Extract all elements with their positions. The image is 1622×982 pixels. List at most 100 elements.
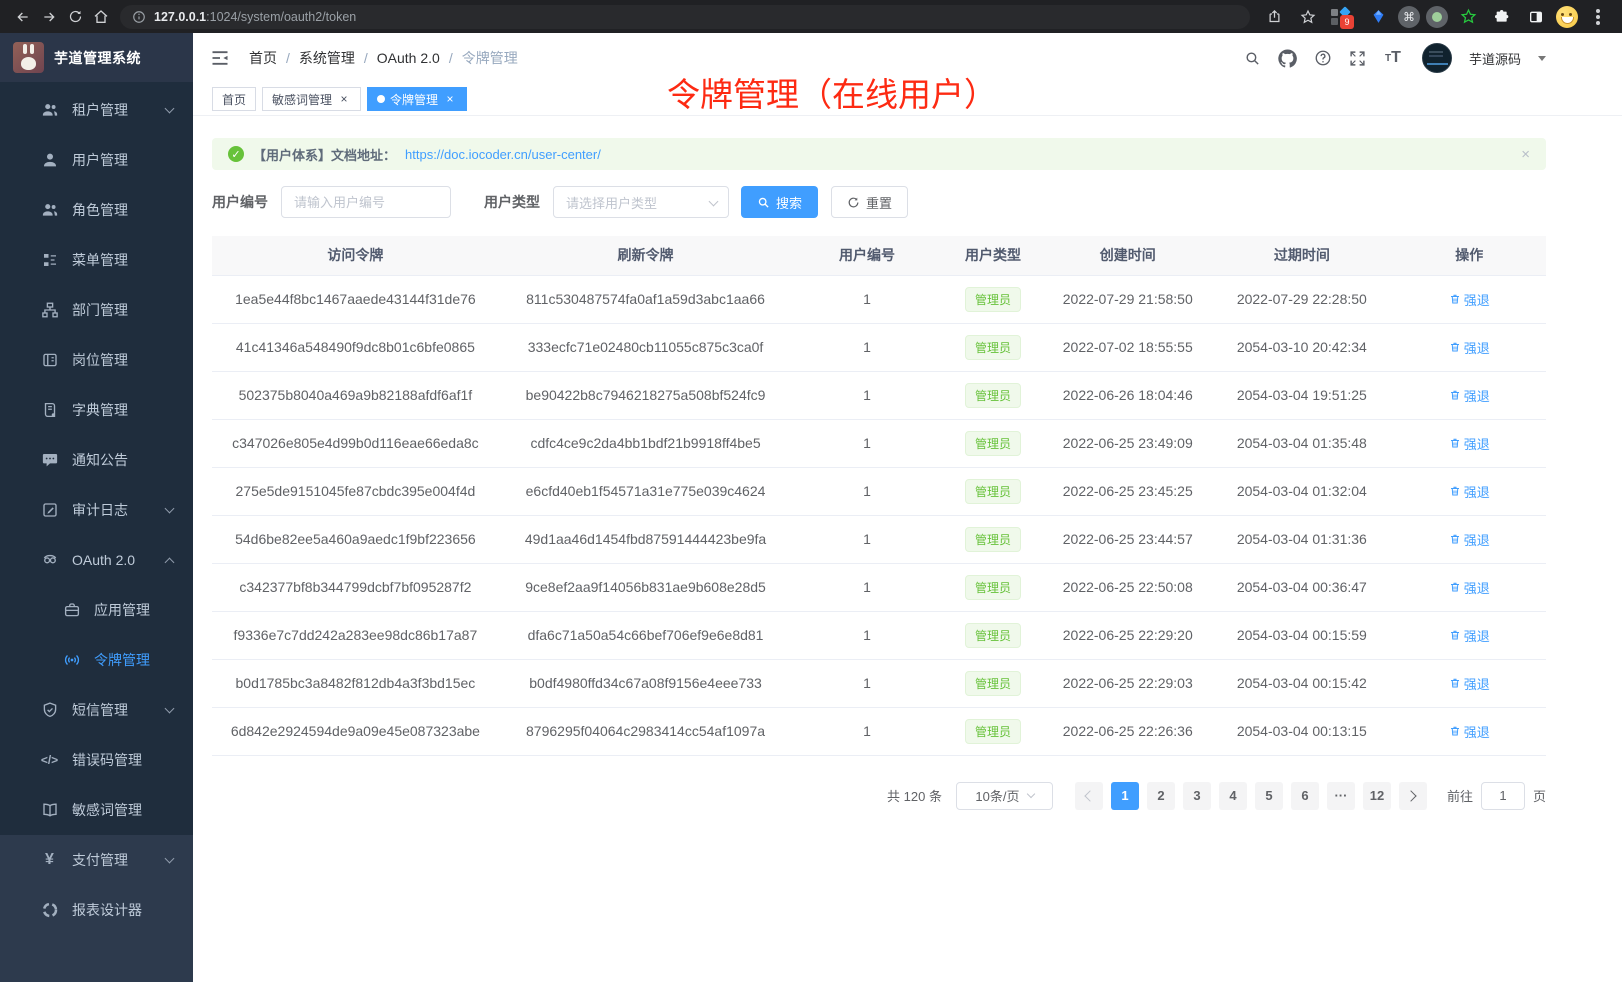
sidebar-item-dict[interactable]: 字典管理 — [0, 385, 193, 435]
page-button-4[interactable]: 4 — [1219, 782, 1247, 810]
sidebar-item-errcode[interactable]: </>错误码管理 — [0, 735, 193, 785]
tag-1[interactable]: 敏感词管理 — [262, 87, 361, 111]
search-button[interactable]: 搜索 — [741, 186, 818, 218]
sidebar-item-dept[interactable]: 部门管理 — [0, 285, 193, 335]
force-logout-button[interactable]: 强退 — [1449, 626, 1490, 645]
search-icon — [757, 196, 770, 209]
force-logout-button[interactable]: 强退 — [1449, 386, 1490, 405]
cell-action: 强退 — [1393, 419, 1546, 467]
github-icon[interactable] — [1278, 48, 1298, 68]
fullscreen-icon[interactable] — [1348, 48, 1368, 68]
browser-menu-icon[interactable] — [1584, 4, 1612, 30]
extension-cluster-icon[interactable]: 9 — [1328, 4, 1358, 30]
page-size-select[interactable]: 10条/页 — [956, 782, 1053, 810]
share-icon[interactable] — [1260, 4, 1288, 30]
bookmark-star-icon[interactable] — [1294, 4, 1322, 30]
cell-user-id: 1 — [792, 275, 941, 323]
browser-forward-icon[interactable] — [36, 4, 62, 30]
sidebar-item-user[interactable]: 用户管理 — [0, 135, 193, 185]
sidebar-item-post[interactable]: 岗位管理 — [0, 335, 193, 385]
page-button-1[interactable]: 1 — [1111, 782, 1139, 810]
page-ellipsis[interactable]: ··· — [1327, 782, 1355, 810]
alert-close-icon[interactable] — [1521, 146, 1530, 163]
breadcrumb: 首页/系统管理/OAuth 2.0/令牌管理 — [249, 48, 518, 68]
breadcrumb-item[interactable]: OAuth 2.0 — [377, 50, 440, 66]
command-extension-icon[interactable] — [1398, 6, 1420, 28]
cell-expires-at: 2054-03-04 00:15:59 — [1211, 611, 1392, 659]
sidebar-item-label: 短信管理 — [72, 700, 128, 720]
record-extension-icon[interactable] — [1426, 6, 1448, 28]
sidebar-item-label: 报表设计器 — [72, 900, 142, 920]
force-logout-button[interactable]: 强退 — [1449, 674, 1490, 693]
tag-2[interactable]: 令牌管理 — [367, 87, 467, 111]
user-menu-caret-icon[interactable] — [1538, 56, 1546, 61]
force-logout-button[interactable]: 强退 — [1449, 338, 1490, 357]
user-type-select[interactable]: 请选择用户类型 — [553, 186, 729, 218]
sidebar-item-menu[interactable]: 菜单管理 — [0, 235, 193, 285]
page-button-6[interactable]: 6 — [1291, 782, 1319, 810]
page-button-2[interactable]: 2 — [1147, 782, 1175, 810]
cell-access-token: 41c41346a548490f9dc8b01c6bfe0865 — [212, 323, 499, 371]
sidebar-item-log[interactable]: 审计日志 — [0, 485, 193, 535]
tag-close-icon[interactable] — [337, 92, 351, 106]
url-bar[interactable]: 127.0.0.1:1024/system/oauth2/token — [120, 5, 1250, 29]
green-star-extension-icon[interactable] — [1454, 4, 1482, 30]
sidebar-item-app[interactable]: 应用管理 — [0, 585, 193, 635]
tag-close-icon[interactable] — [443, 92, 457, 106]
sidebar-menu-dark: 租户管理用户管理角色管理菜单管理部门管理岗位管理字典管理通知公告审计日志OAut… — [0, 82, 193, 835]
sidebar-item-report[interactable]: 报表设计器 — [0, 885, 193, 935]
force-logout-button[interactable]: 强退 — [1449, 482, 1490, 501]
force-logout-button[interactable]: 强退 — [1449, 530, 1490, 549]
sidebar-item-tenant[interactable]: 租户管理 — [0, 85, 193, 135]
sidebar-item-pay[interactable]: ¥支付管理 — [0, 835, 193, 885]
page-button-5[interactable]: 5 — [1255, 782, 1283, 810]
tag-0[interactable]: 首页 — [212, 87, 256, 111]
sidebar-item-label: 菜单管理 — [72, 250, 128, 270]
sidebar-item-sms[interactable]: 短信管理 — [0, 685, 193, 735]
extensions-puzzle-icon[interactable] — [1488, 4, 1516, 30]
goto-page-input[interactable] — [1481, 782, 1525, 810]
sidebar-item-oauth[interactable]: OAuth 2.0 — [0, 535, 193, 585]
browser-profile-avatar[interactable] — [1556, 6, 1578, 28]
goto-label: 前往 — [1447, 786, 1473, 805]
page-button-3[interactable]: 3 — [1183, 782, 1211, 810]
side-panel-icon[interactable] — [1522, 4, 1550, 30]
browser-back-icon[interactable] — [10, 4, 36, 30]
help-icon[interactable] — [1313, 48, 1333, 68]
next-page-button[interactable] — [1399, 782, 1427, 810]
sidebar-item-sensitive[interactable]: 敏感词管理 — [0, 785, 193, 835]
site-info-icon[interactable] — [132, 10, 146, 24]
cell-user-id: 1 — [792, 323, 941, 371]
collapse-sidebar-icon[interactable] — [210, 47, 232, 69]
column-header: 访问令牌 — [212, 236, 499, 275]
sidebar-item-token[interactable]: 令牌管理 — [0, 635, 193, 685]
browser-home-icon[interactable] — [88, 4, 114, 30]
gem-extension-icon[interactable] — [1364, 4, 1392, 30]
reset-button[interactable]: 重置 — [831, 186, 908, 218]
chevron-down-icon — [709, 197, 719, 207]
force-logout-button[interactable]: 强退 — [1449, 290, 1490, 309]
sidebar-item-label: 错误码管理 — [72, 750, 142, 770]
cell-user-id: 1 — [792, 707, 941, 755]
prev-page-button[interactable] — [1075, 782, 1103, 810]
force-logout-button[interactable]: 强退 — [1449, 578, 1490, 597]
header-search-icon[interactable] — [1243, 48, 1263, 68]
cell-created-at: 2022-06-25 22:29:03 — [1044, 659, 1211, 707]
breadcrumb-separator: / — [364, 50, 368, 66]
user-id-input[interactable] — [281, 186, 451, 218]
user-avatar[interactable] — [1422, 43, 1452, 73]
cell-action: 强退 — [1393, 371, 1546, 419]
browser-reload-icon[interactable] — [62, 4, 88, 30]
font-size-icon[interactable] — [1383, 48, 1403, 68]
trash-icon — [1449, 677, 1461, 689]
breadcrumb-item[interactable]: 系统管理 — [299, 48, 355, 68]
sidebar-item-notice[interactable]: 通知公告 — [0, 435, 193, 485]
doc-link[interactable]: https://doc.iocoder.cn/user-center/ — [405, 147, 601, 162]
app-logo[interactable]: 芋道管理系统 — [0, 33, 193, 82]
sidebar-item-role[interactable]: 角色管理 — [0, 185, 193, 235]
force-logout-button[interactable]: 强退 — [1449, 434, 1490, 453]
user-name[interactable]: 芋道源码 — [1469, 49, 1521, 68]
page-button-12[interactable]: 12 — [1363, 782, 1391, 810]
breadcrumb-item[interactable]: 首页 — [249, 48, 277, 68]
force-logout-button[interactable]: 强退 — [1449, 722, 1490, 741]
